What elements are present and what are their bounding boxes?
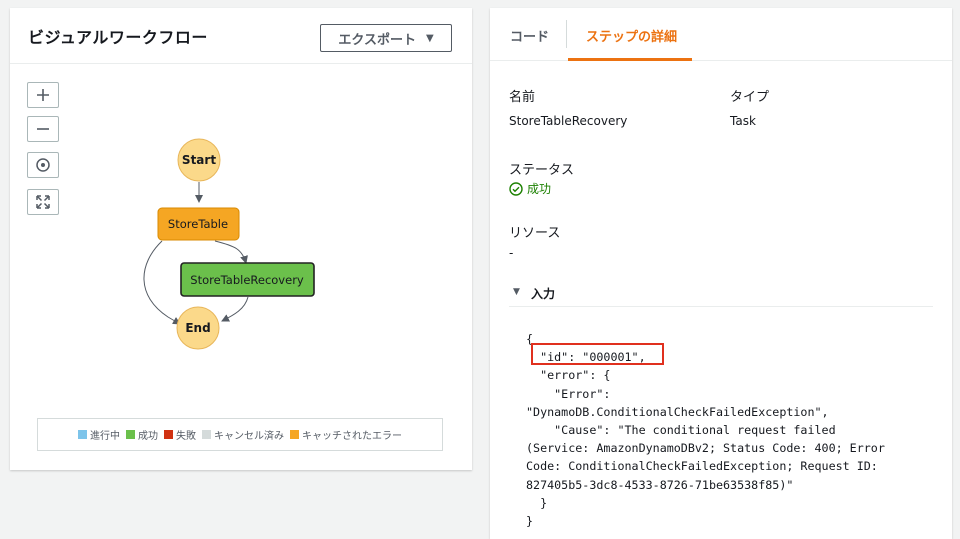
export-button-label: エクスポート xyxy=(338,32,416,48)
type-label: タイプ xyxy=(730,90,770,105)
check-circle-icon xyxy=(509,181,523,196)
node-start[interactable]: Start xyxy=(177,138,221,182)
panel-header: ビジュアルワークフロー エクスポート ▼ xyxy=(10,8,472,64)
legend-label: 進行中 xyxy=(90,431,120,442)
node-start-label: Start xyxy=(182,153,216,167)
legend-label: 成功 xyxy=(138,431,158,442)
input-section-label: 入力 xyxy=(531,287,556,301)
legend-label: 失敗 xyxy=(176,431,196,442)
tab-step-details-label: ステップの詳細 xyxy=(586,30,678,45)
input-section-toggle[interactable]: ▼ 入力 xyxy=(509,284,933,307)
caret-down-icon: ▼ xyxy=(513,287,520,297)
tab-divider xyxy=(566,20,567,48)
resource-label: リソース xyxy=(509,226,561,241)
caret-down-icon: ▼ xyxy=(425,32,434,44)
node-store-table[interactable]: StoreTable xyxy=(157,207,240,241)
type-value: Task xyxy=(730,114,756,128)
legend-swatch xyxy=(290,430,299,439)
legend-caught-error: キャッチされたエラー xyxy=(290,427,402,442)
legend-label: キャッチされたエラー xyxy=(302,431,402,442)
tab-step-details[interactable]: ステップの詳細 xyxy=(568,8,692,61)
active-tab-indicator xyxy=(568,58,692,61)
status-label: ステータス xyxy=(509,163,575,178)
panel-title: ビジュアルワークフロー xyxy=(28,28,208,47)
status-value: 成功 xyxy=(509,180,551,197)
name-value: StoreTableRecovery xyxy=(509,114,628,128)
edge-storetable-recovery xyxy=(214,240,248,264)
legend-succeeded: 成功 xyxy=(126,427,158,442)
legend-swatch xyxy=(126,430,135,439)
tab-code[interactable]: コード xyxy=(510,26,549,45)
details-panel: コード ステップの詳細 名前 StoreTableRecovery タイプ Ta… xyxy=(490,8,952,539)
legend-swatch xyxy=(78,430,87,439)
edge-recovery-end xyxy=(221,296,249,322)
highlight-annotation xyxy=(531,343,664,365)
node-store-table-label: StoreTable xyxy=(168,217,228,231)
legend-cancelled: キャンセル済み xyxy=(202,427,284,442)
status-legend: 進行中 成功 失敗 キャンセル済み キャッチされたエラー xyxy=(37,418,443,451)
legend-label: キャンセル済み xyxy=(214,431,284,442)
node-store-table-recovery[interactable]: StoreTableRecovery xyxy=(180,262,315,297)
workflow-graph: Start StoreTable StoreTableRecovery End xyxy=(143,138,315,350)
legend-in-progress: 進行中 xyxy=(78,427,120,442)
node-end[interactable]: End xyxy=(176,306,220,350)
name-label: 名前 xyxy=(509,90,536,105)
edge-storetable-end xyxy=(143,240,181,325)
visual-workflow-panel: ビジュアルワークフロー エクスポート ▼ Start StoreTable St… xyxy=(10,8,472,470)
status-text: 成功 xyxy=(527,182,552,196)
legend-failed: 失敗 xyxy=(164,427,196,442)
node-end-label: End xyxy=(185,321,210,335)
node-store-table-recovery-label: StoreTableRecovery xyxy=(190,273,304,287)
resource-value: - xyxy=(509,246,514,260)
tab-bar: コード ステップの詳細 xyxy=(490,8,952,61)
export-button[interactable]: エクスポート ▼ xyxy=(320,24,452,52)
legend-swatch xyxy=(164,430,173,439)
legend-swatch xyxy=(202,430,211,439)
